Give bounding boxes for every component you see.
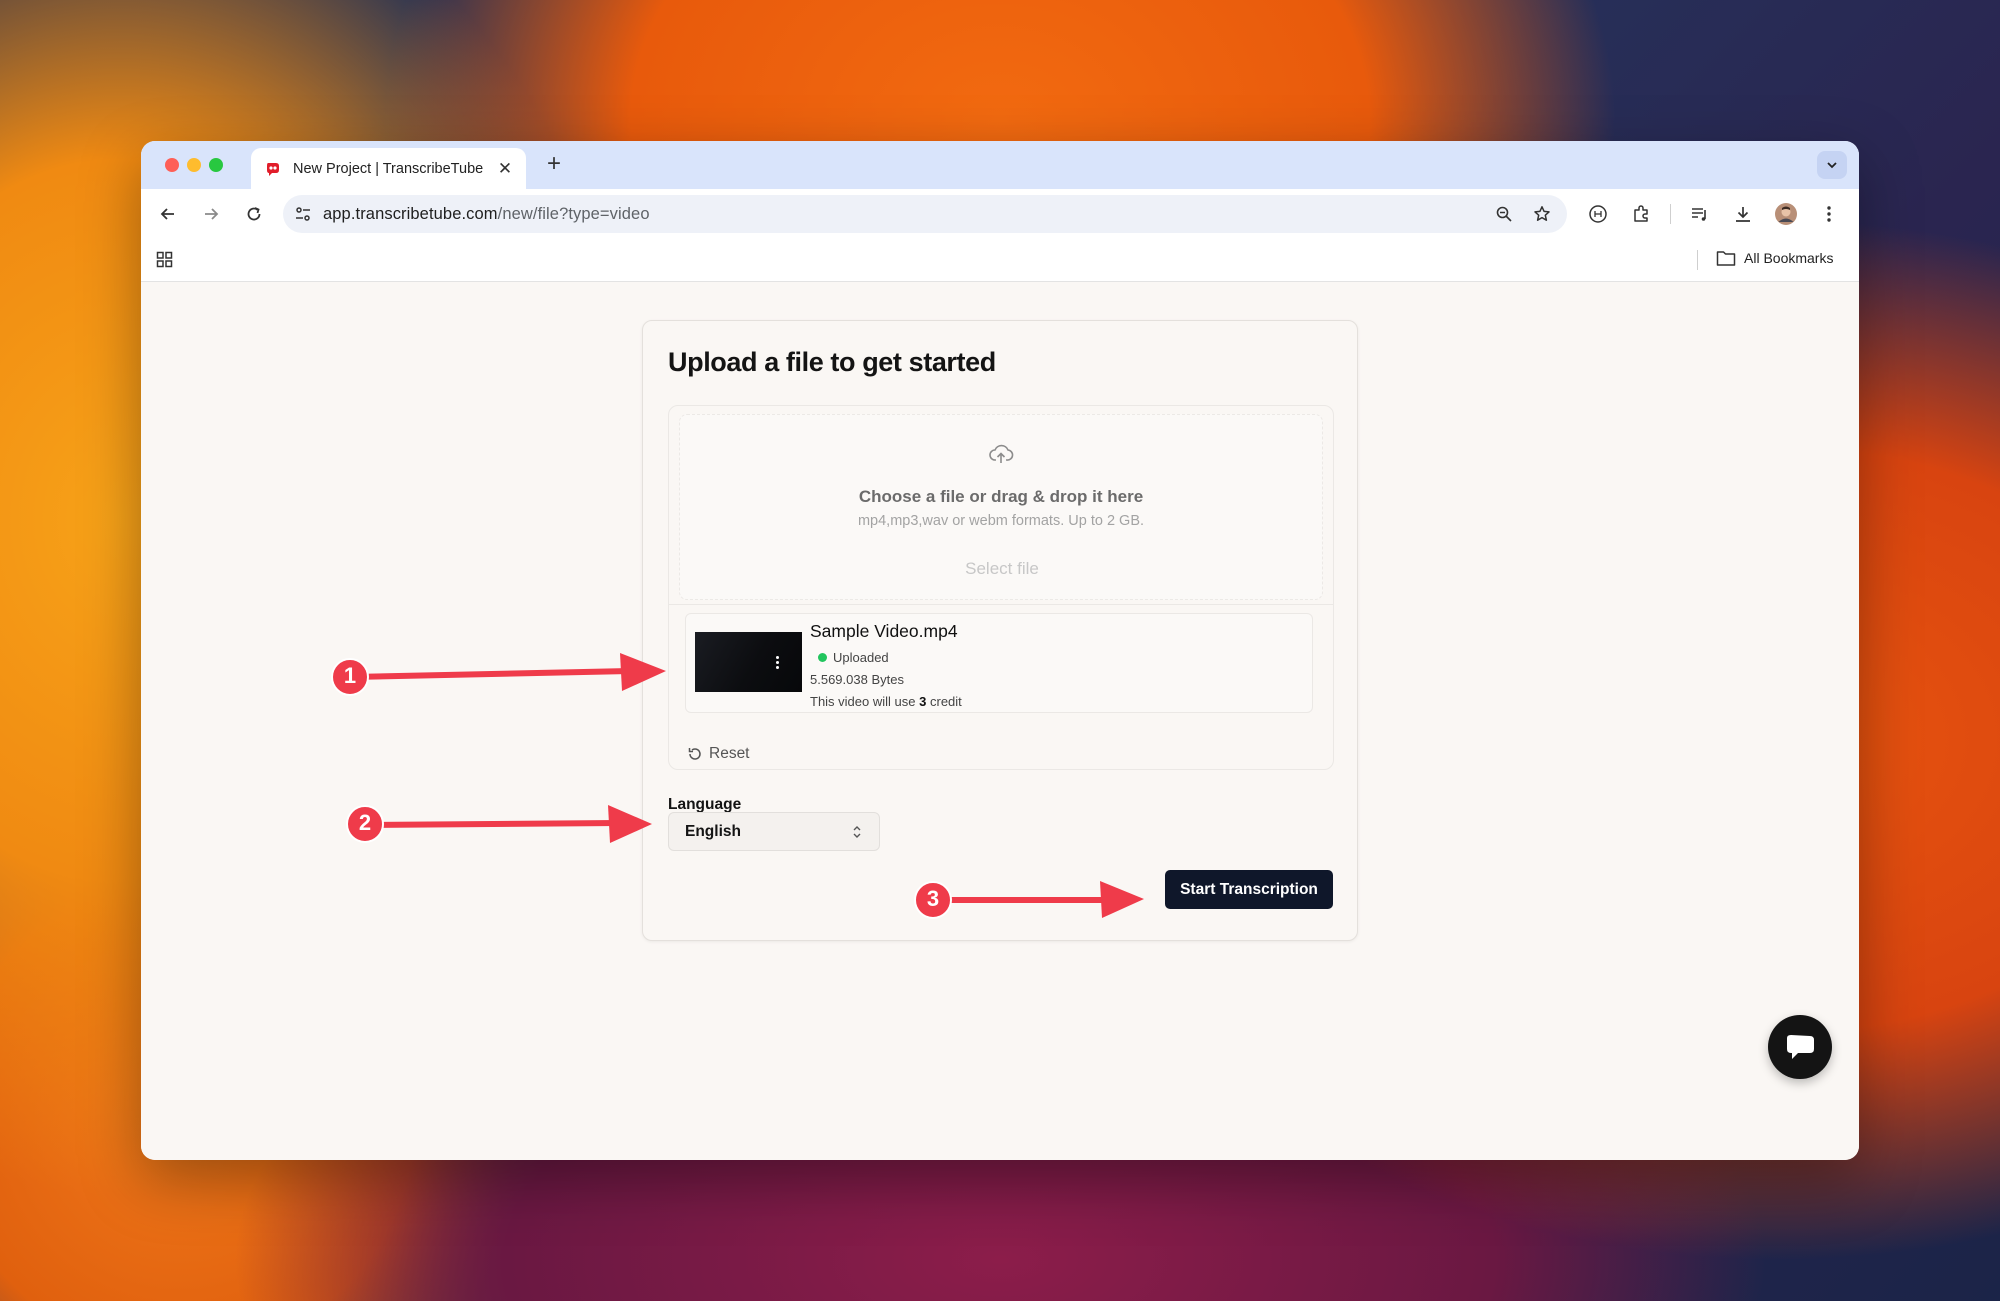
uploaded-file-item: Sample Video.mp4 Uploaded 5.569.038 Byte… [685, 613, 1313, 713]
close-tab-icon[interactable]: ✕ [494, 159, 516, 179]
forward-arrow-icon[interactable] [198, 201, 224, 227]
video-thumbnail [695, 632, 802, 692]
chat-bubble-icon [1787, 1035, 1814, 1059]
close-window-button[interactable] [165, 158, 179, 172]
credit-count: 3 [919, 694, 927, 709]
upload-panel: Choose a file or drag & drop it here mp4… [668, 405, 1334, 770]
url-text: app.transcribetube.com/new/file?type=vid… [323, 205, 1485, 224]
reset-label: Reset [709, 745, 750, 762]
status-badge: Uploaded [818, 650, 889, 665]
extensions-puzzle-icon[interactable] [1628, 201, 1654, 227]
bookmark-star-icon[interactable] [1523, 195, 1561, 233]
status-text: Uploaded [833, 650, 889, 665]
profile-avatar[interactable] [1773, 201, 1799, 227]
new-tab-icon[interactable]: + [539, 150, 569, 178]
annotation-arrow-1: 1 [330, 645, 670, 705]
credit-suffix: credit [929, 694, 962, 709]
file-dropzone[interactable]: Choose a file or drag & drop it here mp4… [679, 414, 1323, 600]
transcribetube-favicon-icon [265, 161, 281, 177]
bookmarks-bar: All Bookmarks [141, 238, 1859, 282]
status-dot-icon [818, 653, 827, 662]
reload-icon[interactable] [241, 201, 267, 227]
chat-support-button[interactable] [1768, 1015, 1832, 1079]
chevron-up-down-icon [853, 825, 861, 838]
language-select[interactable]: English [668, 812, 880, 851]
start-transcription-button[interactable]: Start Transcription [1165, 870, 1333, 909]
dropzone-subtitle: mp4,mp3,wav or webm formats. Up to 2 GB. [857, 513, 1145, 529]
zoom-magnifier-icon[interactable] [1485, 195, 1523, 233]
reset-button[interactable]: Reset [687, 745, 750, 763]
back-arrow-icon[interactable] [155, 201, 181, 227]
url-path: /new/file?type=video [497, 204, 650, 223]
annotation-number-2: 2 [358, 810, 372, 835]
download-icon[interactable] [1730, 201, 1756, 227]
credit-usage-text: This video will use 3 credit [810, 694, 962, 709]
annotation-number-3: 3 [926, 886, 940, 911]
url-host: app.transcribetube.com [323, 204, 498, 223]
all-bookmarks-button[interactable]: All Bookmarks [1716, 249, 1833, 267]
annotation-number-1: 1 [343, 663, 357, 688]
folder-icon [1716, 251, 1736, 266]
toolbar-divider [1670, 204, 1671, 224]
all-bookmarks-label: All Bookmarks [1744, 250, 1834, 266]
media-queue-icon[interactable] [1687, 201, 1713, 227]
cloud-upload-icon [988, 441, 1014, 467]
thumbnail-menu-icon[interactable] [776, 656, 780, 670]
tab-new-project[interactable]: New Project | TranscribeTube ✕ [251, 148, 526, 189]
tab-bar: New Project | TranscribeTube ✕ + [141, 141, 1859, 189]
dropzone-divider [669, 604, 1333, 605]
language-selected-value: English [685, 822, 741, 840]
select-file-button[interactable]: Select file [952, 555, 1052, 583]
bookmarks-divider [1697, 250, 1698, 270]
navigation-toolbar: app.transcribetube.com/new/file?type=vid… [141, 189, 1859, 238]
browser-menu-icon[interactable] [1816, 201, 1842, 227]
apps-grid-icon[interactable] [155, 250, 175, 270]
file-size: 5.569.038 Bytes [810, 672, 904, 687]
reset-icon [688, 748, 701, 760]
extension-circle-icon[interactable] [1585, 201, 1611, 227]
site-settings-icon[interactable] [283, 195, 323, 233]
page-title: Upload a file to get started [668, 347, 996, 377]
address-bar[interactable]: app.transcribetube.com/new/file?type=vid… [283, 195, 1567, 233]
file-name: Sample Video.mp4 [810, 621, 958, 641]
annotation-arrow-3: 3 [914, 872, 1148, 928]
upload-card: Upload a file to get started Choose a fi… [642, 320, 1358, 941]
annotation-arrow-2: 2 [346, 797, 656, 851]
zoom-window-button[interactable] [209, 158, 223, 172]
tab-search-chevron-icon[interactable] [1817, 151, 1847, 179]
minimize-window-button[interactable] [187, 158, 201, 172]
tab-title: New Project | TranscribeTube [293, 160, 484, 177]
page-content: Upload a file to get started Choose a fi… [141, 282, 1859, 1160]
credit-prefix: This video will use [810, 694, 916, 709]
dropzone-title: Choose a file or drag & drop it here [858, 487, 1144, 506]
